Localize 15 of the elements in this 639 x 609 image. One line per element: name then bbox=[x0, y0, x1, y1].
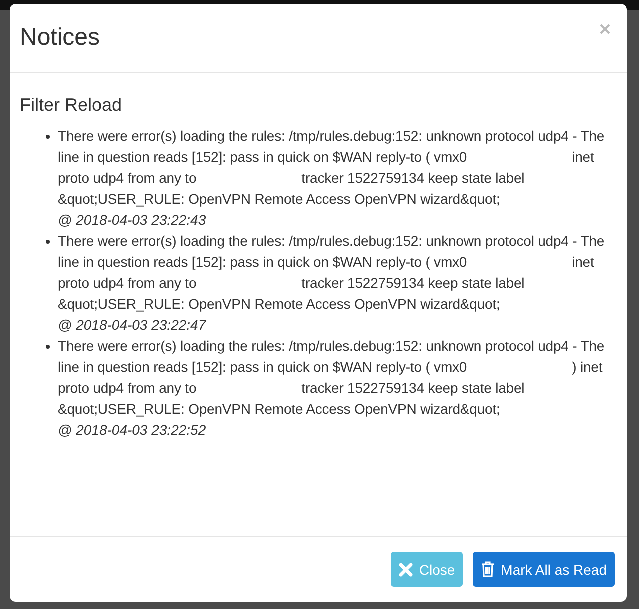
bullet-icon bbox=[46, 135, 50, 139]
notice-message: There were error(s) loading the rules: /tmp/rules.debug:152: unknown protocol udp4 - The line in question reads [152]: pass in quick on $WAN reply-to ( vmx0 ) inet proto udp4 from any to tracker 1522759134 keep state label &quot;USER_RULE: OpenVPN Remote Access OpenVPN wizard&quot; bbox=[58, 337, 606, 419]
notice-message: There were error(s) loading the rules: /tmp/rules.debug:152: unknown protocol udp4 - The line in question reads [152]: pass in quick on $WAN reply-to ( vmx0 inet proto udp4 from any to tracker 1522759134 keep state label &quot;USER_RULE: OpenVPN Remote Access OpenVPN wizard&quot; bbox=[58, 127, 606, 209]
notice-message: There were error(s) loading the rules: /tmp/rules.debug:152: unknown protocol udp4 - The line in question reads [152]: pass in quick on $WAN reply-to ( vmx0 inet proto udp4 from any to tracker 1522759134 keep state label &quot;USER_RULE: OpenVPN Remote Access OpenVPN wizard&quot; bbox=[58, 232, 606, 314]
close-icon bbox=[399, 562, 414, 576]
trash-icon bbox=[481, 561, 496, 578]
mark-all-read-button[interactable]: Mark All as Read bbox=[473, 552, 615, 587]
dialog-title: Notices bbox=[20, 24, 100, 52]
section-title: Filter Reload bbox=[20, 95, 124, 116]
bullet-icon bbox=[46, 345, 50, 349]
notice-time: @ 2018-04-03 23:22:52 bbox=[58, 421, 208, 440]
close-button[interactable]: Close bbox=[391, 552, 464, 587]
bullet-icon bbox=[46, 240, 50, 244]
notice-time: @ 2018-04-03 23:22:47 bbox=[58, 316, 208, 335]
notice-time: @ 2018-04-03 23:22:43 bbox=[58, 211, 208, 230]
